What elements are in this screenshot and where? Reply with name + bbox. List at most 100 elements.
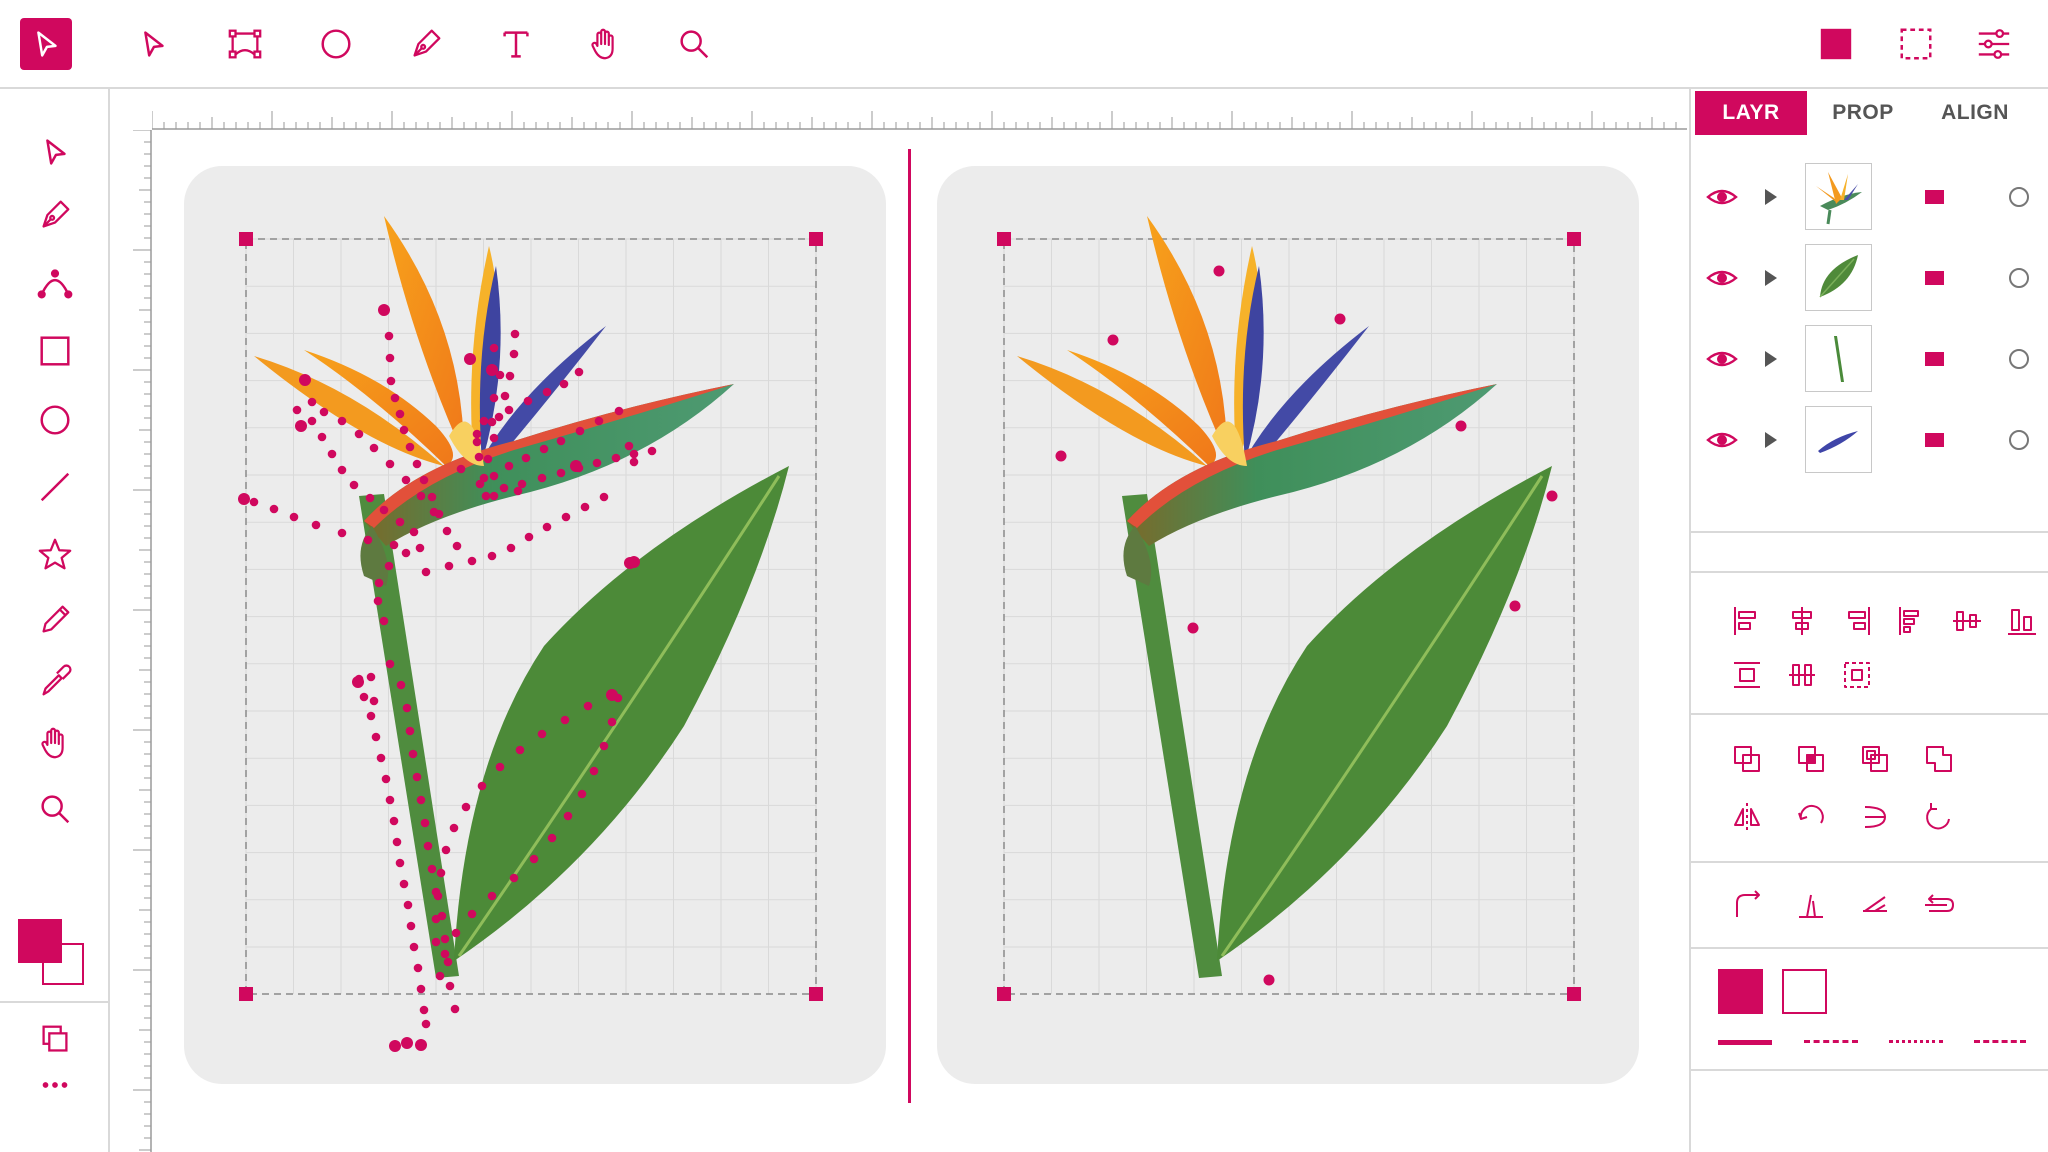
hand-icon[interactable] [579,18,631,70]
exclude-icon[interactable] [1921,741,1957,777]
layer-select-radio[interactable] [2009,349,2029,369]
vector-editor-app: LAYR PROP ALIGN [0,0,2048,1152]
distribute-top-icon[interactable] [1729,657,1765,693]
artboard-preview-view[interactable] [937,166,1639,1084]
pen-icon[interactable] [29,189,81,241]
panel-divider [1691,713,2048,715]
shear-icon[interactable] [1857,887,1893,923]
ellipse-icon[interactable] [310,18,362,70]
layer-select-radio[interactable] [2009,430,2029,450]
layer-row[interactable] [1691,244,2048,314]
reflect-icon[interactable] [1857,799,1893,835]
bird-of-paradise-artwork [254,216,789,978]
panel-divider [1691,531,2048,533]
expand-arrow-icon[interactable] [1759,267,1781,289]
layer-row[interactable] [1691,325,2048,395]
layer-row[interactable] [1691,163,2048,233]
pen-icon[interactable] [400,18,452,70]
rectangle-icon[interactable] [29,325,81,377]
layer-select-radio[interactable] [2009,187,2029,207]
transform-icon[interactable] [219,18,271,70]
flip-h-icon[interactable] [1729,799,1765,835]
layer-row[interactable] [1691,406,2048,476]
minus-front-icon[interactable] [1793,741,1829,777]
right-panel: LAYR PROP ALIGN [1689,89,2048,1152]
align-left-icon[interactable] [1729,603,1765,639]
align-top-icon[interactable] [1894,603,1930,639]
rotate-icon[interactable] [1793,799,1829,835]
panel-tabs: LAYR PROP ALIGN [1695,91,2048,135]
eye-icon[interactable] [1706,343,1738,375]
layer-thumbnail-flower-head [1805,163,1872,230]
expand-arrow-icon[interactable] [1759,348,1781,370]
settings-sliders-icon[interactable] [1968,18,2020,70]
expand-arrow-icon[interactable] [1759,429,1781,451]
distribute-center-icon[interactable] [1784,657,1820,693]
layer-thumbnail-leaf [1805,244,1872,311]
panel-divider [1691,947,2048,949]
tab-layers[interactable]: LAYR [1695,91,1807,135]
zoom-icon[interactable] [29,783,81,835]
flower-edit-illustration[interactable] [184,166,886,1084]
intersect-icon[interactable] [1857,741,1893,777]
stroke-style-dotted[interactable] [1889,1040,1943,1043]
zoom-icon[interactable] [668,18,720,70]
eyedropper-icon[interactable] [29,655,81,707]
panel-divider [1691,1069,2048,1071]
ellipse-icon[interactable] [29,394,81,446]
expand-arrow-icon[interactable] [1759,186,1781,208]
left-toolbar-divider [0,1001,110,1003]
star-icon[interactable] [29,529,81,581]
rotate-ccw-icon[interactable] [1921,799,1957,835]
panel-divider [1691,861,2048,863]
artboard-edit-view[interactable] [184,166,886,1084]
stroke-style-solid[interactable] [1718,1040,1772,1045]
tab-properties[interactable]: PROP [1807,91,1919,135]
align-center-h-icon[interactable] [1784,603,1820,639]
fill-square-icon[interactable] [1810,18,1862,70]
selection-marquee-icon[interactable] [1890,18,1942,70]
top-toolbar [0,0,2048,89]
curve-icon[interactable] [29,257,81,309]
layer-color-swatch[interactable] [1925,271,1944,285]
align-bottom-icon[interactable] [2004,603,2040,639]
skew-icon[interactable] [1793,887,1829,923]
tab-align[interactable]: ALIGN [1919,91,2031,135]
select-arrow-icon[interactable] [20,18,72,70]
stroke-swatch[interactable] [1782,969,1827,1014]
distribute-bottom-icon[interactable] [1839,657,1875,693]
fill-color-swatch[interactable] [18,919,62,963]
vertical-ruler [133,130,152,1152]
fill-stroke-swatches[interactable] [18,919,88,991]
layer-color-swatch[interactable] [1925,433,1944,447]
eye-icon[interactable] [1706,424,1738,456]
path-direction-icon[interactable] [1921,887,1957,923]
flower-preview-illustration[interactable] [937,166,1639,1084]
layer-thumbnail-stem [1805,325,1872,392]
pencil-icon[interactable] [29,593,81,645]
layer-color-swatch[interactable] [1925,190,1944,204]
fill-swatch[interactable] [1718,969,1763,1014]
more-icon[interactable] [29,1059,81,1111]
select-icon[interactable] [29,126,81,178]
align-middle-v-icon[interactable] [1949,603,1985,639]
stroke-style-dashed[interactable] [1804,1040,1858,1043]
layer-select-radio[interactable] [2009,268,2029,288]
left-toolbar [0,89,110,1152]
stroke-style-long-dash[interactable] [1974,1040,2026,1043]
layer-thumbnail-blue-petal [1805,406,1872,473]
panel-divider [1691,571,2048,573]
hand-icon[interactable] [29,717,81,769]
bird-of-paradise-artwork [1017,216,1552,978]
align-right-icon[interactable] [1839,603,1875,639]
unite-icon[interactable] [1729,741,1765,777]
eye-icon[interactable] [1706,262,1738,294]
eye-icon[interactable] [1706,181,1738,213]
text-icon[interactable] [490,18,542,70]
corner-round-icon[interactable] [1729,887,1765,923]
canvas-split-divider[interactable] [908,149,911,1103]
direct-select-icon[interactable] [127,18,179,70]
horizontal-ruler [152,111,1687,130]
line-icon[interactable] [29,461,81,513]
layer-color-swatch[interactable] [1925,352,1944,366]
